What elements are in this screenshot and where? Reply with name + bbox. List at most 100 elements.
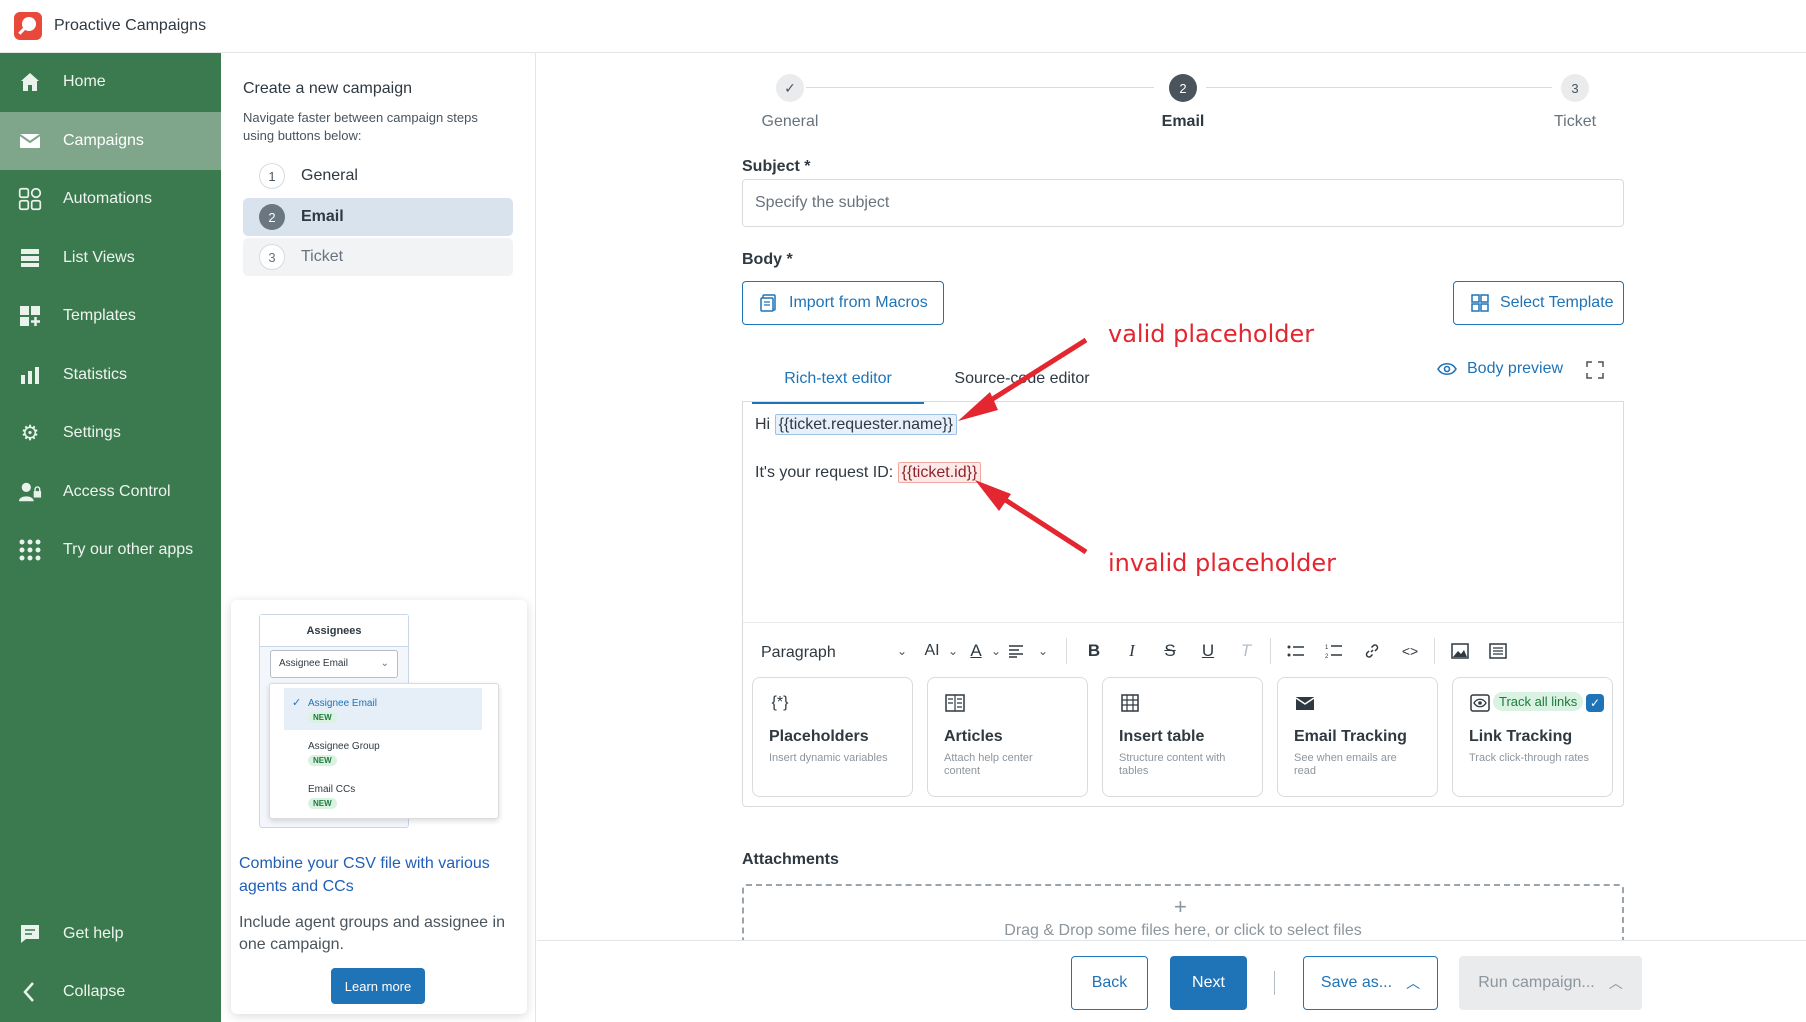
step-ticket[interactable]: 3 Ticket	[243, 238, 513, 276]
next-button[interactable]: Next	[1170, 956, 1247, 1010]
card-title: Email Tracking	[1294, 728, 1407, 745]
mock-header: Assignees	[260, 615, 408, 647]
stepper-step-general-check-icon[interactable]: ✓	[776, 74, 804, 102]
chevron-up-icon: ︿	[1406, 975, 1421, 991]
email-tracking-card[interactable]: Email Tracking See when emails are read	[1277, 677, 1438, 797]
stepper-label: Email	[1161, 113, 1205, 130]
select-template-label: Select Template	[1500, 294, 1614, 311]
link-tracking-card[interactable]: Track all links ✓ Link Tracking Track cl…	[1452, 677, 1613, 797]
step-email[interactable]: 2 Email	[243, 198, 513, 236]
image-icon[interactable]	[1449, 640, 1471, 662]
italic-icon[interactable]: I	[1121, 640, 1143, 662]
align-icon[interactable]	[1005, 640, 1027, 662]
list-icon	[18, 246, 42, 270]
card-title: Articles	[944, 728, 1003, 745]
annotation-valid-placeholder: valid placeholder	[1108, 320, 1315, 348]
stepper-step-ticket[interactable]: 3	[1561, 74, 1589, 102]
card-description: Insert dynamic variables	[769, 752, 888, 764]
subject-input[interactable]	[742, 179, 1624, 227]
nav-item-templates[interactable]: Templates	[0, 287, 221, 345]
mock-dropdown: ✓ Assignee Email NEW Assignee Group NEW …	[269, 683, 499, 819]
shapes-icon	[18, 187, 42, 211]
editor-line-2: It's your request ID: {{ticket.id}}	[755, 462, 982, 483]
steps-panel-description: Navigate faster between campaign steps u…	[243, 110, 478, 143]
text-color-icon[interactable]: A	[965, 640, 987, 662]
body-editor[interactable]: Hi {{ticket.requester.name}} It's your r…	[742, 401, 1624, 807]
footer-divider	[1274, 971, 1275, 995]
nav-label: Collapse	[63, 983, 126, 1000]
bold-icon[interactable]: B	[1083, 640, 1105, 662]
stepper-step-email[interactable]: 2	[1169, 74, 1197, 102]
chevron-down-icon[interactable]: ⌄	[991, 644, 1001, 658]
nav-label: Try our other apps	[63, 541, 194, 558]
nav-item-campaigns[interactable]: Campaigns	[0, 112, 221, 170]
nav-item-other-apps[interactable]: Try our other apps	[0, 521, 221, 579]
save-as-button[interactable]: Save as... ︿	[1303, 956, 1438, 1010]
step-label: General	[301, 167, 358, 184]
insert-table-card[interactable]: Insert table Structure content with tabl…	[1102, 677, 1263, 797]
card-title: Placeholders	[769, 728, 869, 745]
link-icon[interactable]	[1361, 640, 1383, 662]
attachments-label: Attachments	[742, 851, 839, 868]
attachments-dropzone[interactable]: + Drag & Drop some files here, or click …	[742, 884, 1624, 944]
numbered-list-icon[interactable]: 12	[1323, 640, 1345, 662]
checkbox-checked-icon[interactable]: ✓	[1586, 694, 1604, 712]
paragraph-style-select[interactable]: Paragraph	[761, 644, 836, 662]
step-general[interactable]: 1 General	[243, 157, 513, 195]
toolbar-divider	[1066, 638, 1067, 664]
track-all-links-toggle[interactable]: Track all links	[1493, 692, 1584, 711]
clear-format-icon[interactable]: T	[1235, 640, 1257, 662]
nav-item-automations[interactable]: Automations	[0, 170, 221, 228]
tab-rich-text-editor[interactable]: Rich-text editor	[752, 370, 924, 404]
stepper-connector	[1206, 87, 1552, 88]
back-button[interactable]: Back	[1071, 956, 1148, 1010]
font-size-icon[interactable]: AI	[919, 640, 945, 662]
underline-icon[interactable]: U	[1197, 640, 1219, 662]
nav-item-statistics[interactable]: Statistics	[0, 346, 221, 404]
card-title: Insert table	[1119, 728, 1205, 745]
card-description: Attach help center content	[944, 752, 1033, 777]
stepper-label: General	[761, 113, 819, 130]
new-badge: NEW	[308, 712, 337, 723]
code-icon[interactable]: <>	[1399, 640, 1421, 662]
stepper-connector	[806, 87, 1154, 88]
card-description: Structure content with tables	[1119, 752, 1226, 777]
chevron-down-icon[interactable]: ⌄	[1038, 644, 1048, 658]
select-template-button[interactable]: Select Template	[1453, 281, 1624, 325]
learn-more-button[interactable]: Learn more	[331, 968, 425, 1004]
import-from-macros-button[interactable]: Import from Macros	[742, 281, 944, 325]
invalid-placeholder-token[interactable]: {{ticket.id}}	[897, 462, 982, 483]
bullet-list-icon[interactable]	[1285, 640, 1307, 662]
grid-icon	[1471, 294, 1489, 312]
tab-source-code-editor[interactable]: Source-code editor	[944, 370, 1100, 404]
editor-line-1: Hi {{ticket.requester.name}}	[755, 414, 957, 435]
mock-select-value: Assignee Email	[279, 658, 348, 669]
app-root: Proactive Campaigns Home Campaigns Autom…	[0, 0, 1806, 1022]
nav-item-settings[interactable]: ⚙ Settings	[0, 404, 221, 462]
nav-item-home[interactable]: Home	[0, 53, 221, 111]
articles-card[interactable]: Articles Attach help center content	[927, 677, 1088, 797]
body-preview-button[interactable]: Body preview	[1437, 360, 1563, 378]
strikethrough-icon[interactable]: S	[1159, 640, 1181, 662]
fullscreen-icon[interactable]	[1585, 360, 1605, 380]
nav-item-collapse[interactable]: Collapse	[0, 963, 221, 1021]
mock-option-label: Assignee Group	[308, 741, 380, 752]
chevron-down-icon[interactable]: ⌄	[948, 644, 958, 658]
promo-text: Include agent groups and assignee in one…	[239, 914, 505, 953]
stepper-label: Ticket	[1553, 113, 1597, 130]
app-title: Proactive Campaigns	[54, 17, 207, 34]
chevron-down-icon[interactable]: ⌄	[897, 644, 907, 658]
check-icon: ✓	[292, 697, 302, 709]
card-description: See when emails are read	[1294, 752, 1397, 777]
eye-tracking-icon	[1469, 692, 1491, 714]
email-open-icon	[1294, 692, 1316, 714]
placeholders-card[interactable]: {*} Placeholders Insert dynamic variable…	[752, 677, 913, 797]
app-logo-icon	[14, 12, 42, 40]
nav-item-access-control[interactable]: Access Control	[0, 463, 221, 521]
nav-item-list-views[interactable]: List Views	[0, 229, 221, 287]
body-preview-label: Body preview	[1467, 360, 1564, 377]
nav-item-get-help[interactable]: Get help	[0, 905, 221, 963]
run-campaign-button[interactable]: Run campaign... ︿	[1459, 956, 1642, 1010]
embed-icon[interactable]	[1487, 640, 1509, 662]
valid-placeholder-token[interactable]: {{ticket.requester.name}}	[774, 414, 957, 435]
